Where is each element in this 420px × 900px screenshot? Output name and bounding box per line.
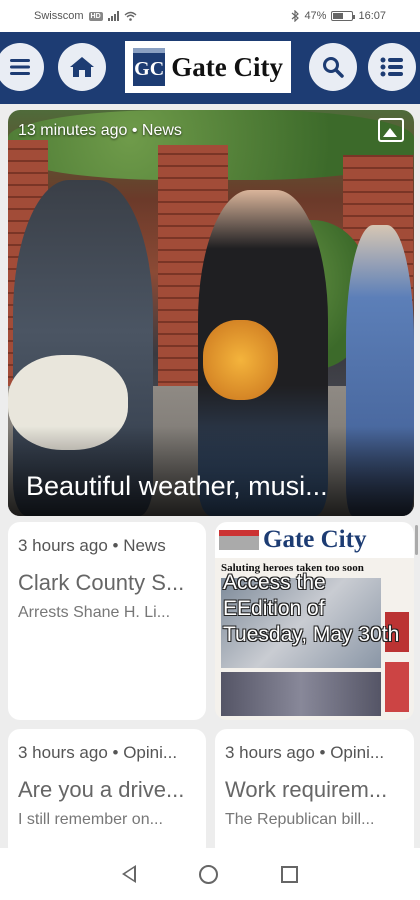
back-icon[interactable] [121,865,136,883]
status-bar: Swisscom HD 47% 16:07 [0,0,420,32]
photo-gallery-icon[interactable] [378,118,404,142]
story-meta: 3 hours ago • Opini... [18,743,178,762]
story-title: Work requirem... [225,777,388,802]
story-title: Are you a drive... [18,777,185,802]
eedition-paper-name: Gate City [263,526,367,553]
hero-story-card[interactable]: 13 minutes ago • News Beautiful weather,… [8,110,414,516]
wifi-icon [124,11,137,21]
app-header: GC Gate City [0,32,420,104]
gate-city-logo[interactable]: GC Gate City [125,41,291,93]
story-snippet: I still remember on... [18,811,163,828]
story-title: Clark County S... [18,570,185,595]
hero-title: Beautiful weather, musi... [26,471,328,501]
status-left: Swisscom HD [34,10,137,22]
story-meta: 3 hours ago • News [18,536,166,555]
sections-button[interactable] [368,43,416,91]
eedition-masthead: Gate City [215,522,414,558]
recent-apps-icon[interactable] [281,865,299,883]
home-circle-icon[interactable] [198,864,218,884]
home-button[interactable] [58,43,106,91]
story-snippet: Arrests Shane H. Li... [18,604,171,621]
story-card[interactable]: 3 hours ago • Opini... Are you a drive..… [8,729,206,859]
story-snippet: The Republican bill... [225,811,375,828]
eedition-card[interactable]: Gate City Saluting heroes taken too soon… [215,522,414,720]
scrollbar[interactable] [415,525,418,555]
sections-list-icon [380,57,403,77]
menu-icon [10,59,30,75]
status-right: 47% 16:07 [291,10,386,22]
clock: 16:07 [358,10,386,22]
logo-text: Gate City [171,51,283,82]
carrier-name: Swisscom [34,10,84,22]
hd-badge: HD [88,11,103,21]
logo-mark: GC [133,48,166,86]
hero-meta: 13 minutes ago • News [18,122,182,139]
search-button[interactable] [309,43,357,91]
story-card[interactable]: 3 hours ago • News Clark County S... Arr… [8,522,206,720]
hero-image-orange-guitar [203,320,278,400]
eedition-overlay-text: Access the EEdition of Tuesday, May 30th [223,571,400,646]
battery-percent: 47% [304,10,327,22]
bluetooth-icon [292,10,300,22]
story-card[interactable]: 3 hours ago • Opini... Work requirem... … [215,729,414,859]
story-meta: 3 hours ago • Opini... [225,743,385,762]
masthead-deco [219,530,259,550]
battery-icon [331,11,356,21]
eedition-paper-photo [221,672,381,716]
eedition-paper-photo [385,662,409,712]
menu-button[interactable] [0,43,44,91]
signal-icon [107,11,119,21]
system-nav-bar [0,848,420,900]
home-icon [70,57,94,77]
search-icon [323,57,344,78]
